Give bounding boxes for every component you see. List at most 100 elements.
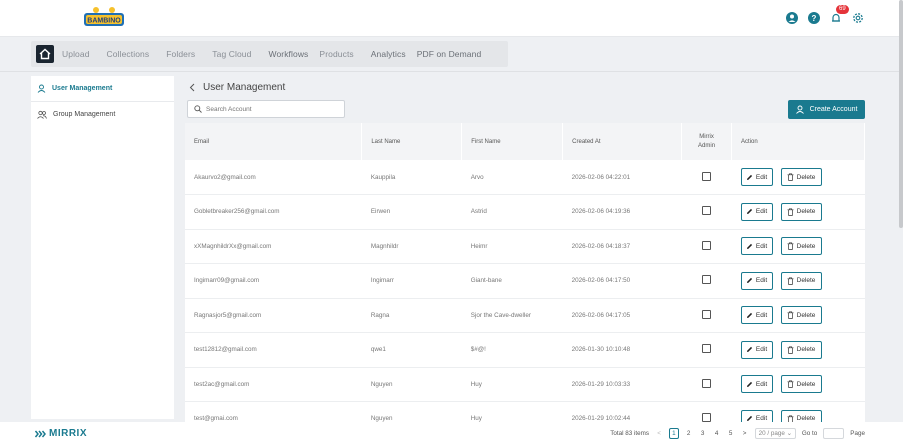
trash-icon [787, 277, 794, 285]
table-row: Ragnasjor5@gmail.com Ragna Sjor the Cave-d… [185, 298, 865, 333]
cell-action: Edit Delete [731, 332, 865, 368]
column-header-first-name[interactable]: First Name [461, 123, 564, 160]
page-scrollbar[interactable] [899, 0, 903, 228]
main-content: User Management Create Account Email Las… [180, 76, 873, 437]
nav-analytics[interactable]: Analytics [371, 49, 406, 59]
page-5-button[interactable]: 5 [727, 430, 735, 437]
nav-workflows[interactable]: Workflows [268, 49, 308, 59]
page-4-button[interactable]: 4 [713, 430, 721, 437]
admin-checkbox[interactable] [702, 378, 712, 388]
next-page-button[interactable]: > [741, 430, 749, 437]
user-icon[interactable] [785, 11, 799, 25]
edit-button[interactable]: Edit [740, 237, 773, 256]
cell-last-name: Eirwen [361, 194, 462, 230]
delete-label: Delete [796, 208, 816, 216]
gear-icon[interactable] [851, 11, 865, 25]
delete-button[interactable]: Delete [780, 271, 822, 290]
search-box[interactable] [187, 100, 345, 118]
footer: MIRRIX Total 83 items < 1 2 3 4 5 > 20 /… [0, 422, 903, 444]
admin-checkbox[interactable] [702, 206, 712, 216]
cell-mirrix-admin [681, 298, 732, 333]
page-size-value: 20 / page [758, 430, 785, 437]
cell-action: Edit Delete [731, 160, 865, 195]
nav-products[interactable]: Products [319, 49, 353, 59]
delete-button[interactable]: Delete [780, 237, 822, 256]
page-2-button[interactable]: 2 [685, 430, 693, 437]
delete-button[interactable]: Delete [780, 375, 822, 394]
page-3-button[interactable]: 3 [699, 430, 707, 437]
cell-email: Akaurvo2@gmail.com [185, 160, 362, 195]
sidebar: User Management Group Management [31, 76, 174, 419]
cell-email: test12812@gmail.com [185, 332, 362, 368]
create-account-button[interactable]: Create Account [788, 100, 865, 119]
cell-mirrix-admin [681, 367, 732, 402]
admin-checkbox[interactable] [702, 240, 712, 250]
notification-badge: 69 [836, 5, 849, 14]
edit-button[interactable]: Edit [740, 271, 773, 290]
cell-action: Edit Delete [731, 367, 865, 402]
edit-button[interactable]: Edit [740, 202, 773, 221]
nav-collections[interactable]: Collections [107, 49, 150, 59]
page-1-button[interactable]: 1 [669, 428, 679, 439]
cell-last-name: Magnhildr [361, 229, 462, 264]
prev-page-button[interactable]: < [655, 430, 663, 437]
trash-icon [787, 242, 794, 251]
nav-pdf-on-demand[interactable]: PDF on Demand [417, 49, 482, 59]
edit-button[interactable]: Edit [740, 375, 773, 394]
sidebar-item-label: User Management [52, 85, 113, 92]
edit-label: Edit [755, 242, 768, 250]
cell-first-name: Heimr [461, 229, 563, 264]
admin-checkbox[interactable] [702, 275, 712, 285]
pencil-icon [746, 381, 753, 387]
delete-label: Delete [796, 277, 816, 285]
column-header-email[interactable]: Email [185, 123, 363, 160]
delete-button[interactable]: Delete [780, 202, 822, 221]
back-chevron-icon[interactable] [189, 83, 195, 92]
home-button[interactable] [36, 45, 54, 63]
page-title: User Management [189, 82, 285, 93]
edit-label: Edit [755, 311, 768, 319]
cell-created-at: 2026-02-06 04:19:36 [562, 194, 682, 230]
pencil-icon [746, 209, 753, 215]
table-row: test12812@gmail.com qwe1 $#@! 2026-01-30 10… [185, 332, 865, 368]
admin-checkbox[interactable] [702, 309, 712, 319]
bambino-logo[interactable]: BAMBINO [82, 5, 126, 32]
edit-button[interactable]: Edit [740, 168, 773, 186]
create-account-label: Create Account [809, 106, 858, 113]
delete-button[interactable]: Delete [780, 168, 822, 186]
bell-icon[interactable]: 69 [829, 5, 849, 25]
search-input[interactable] [206, 105, 336, 113]
help-icon[interactable]: ? [807, 11, 821, 25]
goto-label: Go to [801, 430, 818, 437]
cell-created-at: 2026-01-30 10:10:48 [562, 332, 682, 368]
cell-last-name: Ragna [361, 298, 462, 333]
cell-email: Ingimarr09@gmail.com [185, 263, 362, 299]
column-header-created-at[interactable]: Created At [562, 123, 683, 160]
pencil-icon [746, 278, 753, 284]
page-label: Page [850, 430, 865, 437]
nav-tag-cloud[interactable]: Tag Cloud [212, 49, 251, 59]
admin-checkbox[interactable] [702, 344, 712, 354]
edit-label: Edit [755, 208, 768, 216]
admin-checkbox[interactable] [702, 413, 712, 423]
delete-button[interactable]: Delete [780, 306, 822, 325]
cell-email: Gobletbreaker256@gmail.com [185, 194, 362, 230]
edit-button[interactable]: Edit [740, 340, 773, 359]
svg-text:?: ? [812, 14, 817, 23]
edit-button[interactable]: Edit [740, 306, 773, 325]
trash-icon [787, 380, 794, 389]
admin-checkbox[interactable] [702, 171, 712, 181]
cell-created-at: 2026-02-06 04:17:05 [562, 298, 682, 333]
cell-action: Edit Delete [731, 229, 865, 264]
goto-page-input[interactable] [823, 428, 845, 439]
add-user-icon [795, 105, 804, 114]
column-header-last-name[interactable]: Last Name [361, 123, 463, 160]
sidebar-item-group-management[interactable]: Group Management [31, 102, 174, 127]
sidebar-item-user-management[interactable]: User Management [31, 76, 174, 101]
nav-folders[interactable]: Folders [166, 49, 195, 59]
top-bar: BAMBINO ? 69 [0, 0, 903, 37]
page-size-select[interactable]: 20 / page ⌄ [754, 428, 796, 439]
delete-button[interactable]: Delete [780, 340, 822, 359]
cell-email: Ragnasjor5@gmail.com [185, 298, 362, 333]
nav-upload[interactable]: Upload [62, 49, 90, 59]
